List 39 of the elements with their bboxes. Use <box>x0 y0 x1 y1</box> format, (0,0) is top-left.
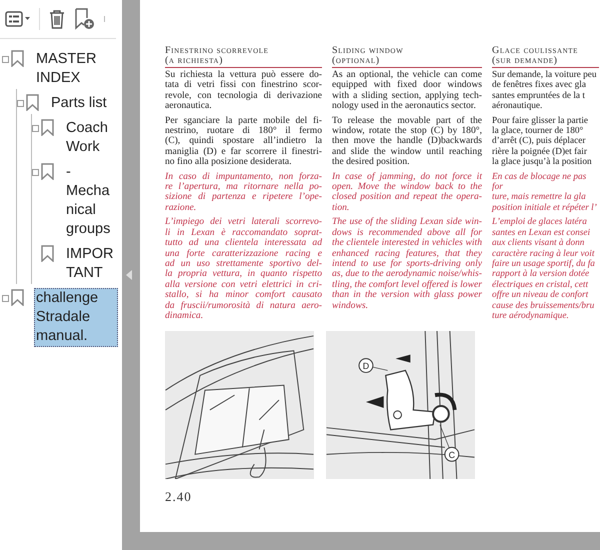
list-options-icon[interactable] <box>5 11 31 27</box>
bookmark-add-icon[interactable] <box>74 8 96 30</box>
bookmark-item[interactable]: Parts list <box>49 93 118 114</box>
note-paragraph: L’impiego dei vetri laterali scorrevo- li in Lexan è raccomandato soprat- tutto ad una clientela interessata ad una forte caratterizzazione racing e ad un uso strettamente sportivo del- la propria vettura, in quanto rispetto alla versione con vetri elettrici in cri- stallo, si ha minor comfort causato da fruscii/rumorosità di natura aero- dinamica. <box>165 217 322 322</box>
collapse-arrow-icon[interactable] <box>126 270 132 280</box>
bookmark-item[interactable]: MASTER INDEX <box>34 49 118 89</box>
bookmark-icon <box>41 245 54 262</box>
paragraph: Per sganciare la parte mobile del fi- nestrino, ruotare di 180° il fermo (C), quindi spostare all’indietro la maniglia (D) e far scorrere il finestri- no fino alla posizione desiderata. <box>165 116 322 168</box>
bookmark-icon <box>26 94 39 111</box>
section-heading: Finestrino scorrevole (a richiesta) <box>165 46 322 68</box>
note-paragraph: En cas de blocage ne pas for ture, mais remettre la gla position initiale et répéter l’ <box>492 172 598 214</box>
callout-label: C <box>440 424 460 462</box>
bookmark-icon <box>11 50 24 67</box>
paragraph: Pour faire glisser la partie la glace, tourner de 180° d’arrêt (C), puis déplacer rière la poignée (D)et fair la glace jusqu’à la position <box>492 116 593 168</box>
bookmark-icon <box>41 119 54 136</box>
page-number: 2.40 <box>165 489 193 506</box>
trash-icon[interactable] <box>48 9 66 29</box>
expander-icon[interactable] <box>17 100 24 107</box>
bookmark-icon <box>11 289 24 306</box>
expander-icon[interactable] <box>32 169 39 176</box>
section-heading: Sliding window (optional) <box>332 46 482 68</box>
note-paragraph: In caso di impuntamento, non forza- re l’apertura, ma ritornare nella po- sizione di partenza e ripetere l’ope- razione. <box>165 172 322 214</box>
bookmark-item[interactable]: challenge Stradale manual. <box>34 288 118 347</box>
paragraph: As an optional, the vehicle can come equipped with fixed door windows with a sliding section, applying tech- nology used in the aeronautics sector. <box>332 70 482 112</box>
section-heading: Glace coulissante (sur demande) <box>492 46 599 68</box>
paragraph: To release the movable part of the window, rotate the stop (C) by 180°, then move the handle (D)backwards and slide the window until reaching the desired position. <box>332 116 482 168</box>
expander-icon[interactable] <box>2 56 9 63</box>
note-paragraph: The use of the sliding Lexan side win- dows is recommended above all for the clientele interested in vehicles with enhanced racing features, that they intend to use for sports-driving only as, due to the aerodynamic noise/whis- tling, the comfort level offered is lower than in the version with glass power windows. <box>332 217 482 311</box>
paragraph: Sur demande, la voiture peu de fenêtres fixes avec gla santes empruntées de la t aéronautique. <box>492 70 598 112</box>
paragraph: Su richiesta la vettura può essere do- tata di vetri fissi con finestrino scor- revole, con tecnologia di derivazione aeronautica. <box>165 70 322 112</box>
bookmark-item[interactable]: Coach Work <box>64 118 118 158</box>
note-paragraph: L’emploi de glaces latéra santes en Lexan est consei aux clients visant à donn caractère racing à leur voit faire un usage sportif, du fa rapport à la version dotée électriques en cristal, cett offre un niveau de confort cause des bruissements/bru ture aérodynamique. <box>492 217 596 322</box>
bookmark-item[interactable]: IMPORTANT <box>64 244 118 284</box>
bookmark-item[interactable]: -Mechanical groups <box>64 162 118 240</box>
bookmark-icon <box>41 163 54 180</box>
expander-icon[interactable] <box>32 125 39 132</box>
note-paragraph: In case of jamming, do not force it open. Move the window back to the closed position and repeat the opera- tion. <box>332 172 482 214</box>
callout-label: D <box>358 358 388 374</box>
expander-icon[interactable] <box>2 295 9 302</box>
